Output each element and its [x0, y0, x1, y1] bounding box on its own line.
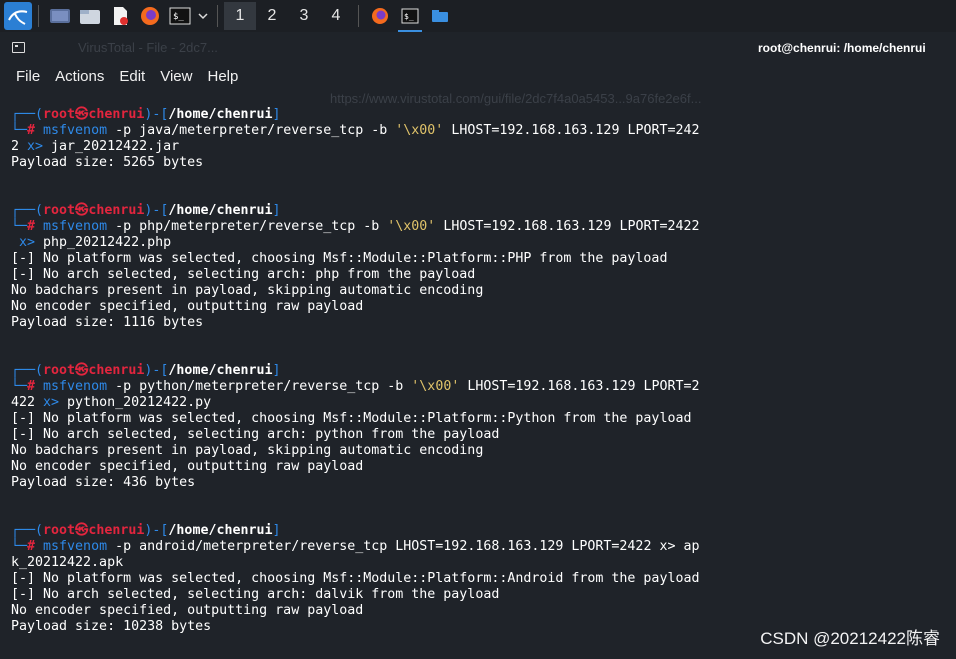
- prompt-user-host: root㉿chenrui: [43, 107, 145, 122]
- command-line: └─# msfvenom -p python/meterpreter/rever…: [11, 379, 700, 394]
- terminal-icon[interactable]: $_: [165, 2, 195, 30]
- folder-task-icon[interactable]: [425, 2, 455, 30]
- command-line: └─# msfvenom -p php/meterpreter/reverse_…: [11, 219, 700, 234]
- workspace-1[interactable]: 1: [224, 2, 256, 30]
- output-line: No encoder specified, outputting raw pay…: [11, 459, 364, 474]
- panel-separator: [217, 5, 218, 27]
- firefox-task-icon[interactable]: [365, 2, 395, 30]
- chevron-down-icon[interactable]: [195, 2, 211, 30]
- menu-edit[interactable]: Edit: [119, 68, 145, 85]
- prompt-user-host: root㉿chenrui: [43, 363, 145, 378]
- command-wrap-line: 422 x> python_20212422.py: [11, 395, 212, 410]
- command-line: └─# msfvenom -p java/meterpreter/reverse…: [11, 123, 700, 138]
- command-wrap-line: k_20212422.apk: [11, 555, 124, 570]
- prompt-cwd: /home/chenrui: [168, 203, 273, 218]
- output-line: [-] No arch selected, selecting arch: py…: [11, 427, 500, 442]
- output-line: [-] No platform was selected, choosing M…: [11, 571, 700, 586]
- menu-actions[interactable]: Actions: [55, 68, 104, 85]
- prompt-cwd: /home/chenrui: [168, 523, 273, 538]
- firefox-icon[interactable]: [135, 2, 165, 30]
- prompt-symbol: #: [27, 123, 44, 138]
- output-line: Payload size: 5265 bytes: [11, 155, 204, 170]
- prompt-user-host: root㉿chenrui: [43, 523, 145, 538]
- window-title: root@chenrui: /home/chenrui: [758, 41, 926, 55]
- workspace-3[interactable]: 3: [288, 2, 320, 30]
- menu-file[interactable]: File: [16, 68, 40, 85]
- output-line: Payload size: 1116 bytes: [11, 315, 204, 330]
- kali-menu-icon[interactable]: [4, 2, 32, 30]
- command-name: msfvenom: [43, 379, 108, 394]
- menu-bar: File Actions Edit View Help: [0, 62, 956, 90]
- show-desktop-icon[interactable]: [45, 2, 75, 30]
- output-line: No encoder specified, outputting raw pay…: [11, 603, 364, 618]
- terminal-window-icon: [12, 42, 25, 53]
- prompt-line: ┌──(root㉿chenrui)-[/home/chenrui]: [11, 203, 281, 218]
- command-line: └─# msfvenom -p android/meterpreter/reve…: [11, 539, 700, 554]
- workspace-4[interactable]: 4: [320, 2, 352, 30]
- menu-help[interactable]: Help: [207, 68, 238, 85]
- svg-text:$_: $_: [404, 12, 414, 21]
- command-name: msfvenom: [43, 539, 108, 554]
- background-tab-text: VirusTotal - File - 2dc7...: [78, 40, 218, 55]
- prompt-line: ┌──(root㉿chenrui)-[/home/chenrui]: [11, 363, 281, 378]
- file-manager-icon[interactable]: [75, 2, 105, 30]
- terminal-output[interactable]: ┌──(root㉿chenrui)-[/home/chenrui] └─# msf…: [11, 107, 700, 635]
- prompt-line: ┌──(root㉿chenrui)-[/home/chenrui]: [11, 523, 281, 538]
- prompt-symbol: #: [27, 219, 44, 234]
- output-line: [-] No arch selected, selecting arch: da…: [11, 587, 500, 602]
- prompt-symbol: #: [27, 379, 44, 394]
- output-line: [-] No arch selected, selecting arch: ph…: [11, 267, 476, 282]
- panel-separator: [38, 5, 39, 27]
- prompt-cwd: /home/chenrui: [168, 107, 273, 122]
- text-editor-icon[interactable]: [105, 2, 135, 30]
- quoted-arg: '\x00': [411, 379, 460, 394]
- command-wrap-line: x> php_20212422.php: [19, 235, 172, 250]
- command-wrap-line: 2 x> jar_20212422.jar: [11, 139, 180, 154]
- terminal-task-icon[interactable]: $_: [395, 2, 425, 32]
- background-url-text: https://www.virustotal.com/gui/file/2dc7…: [330, 91, 702, 106]
- output-line: [-] No platform was selected, choosing M…: [11, 411, 692, 426]
- quoted-arg: '\x00': [395, 123, 444, 138]
- prompt-cwd: /home/chenrui: [168, 363, 273, 378]
- prompt-line: ┌──(root㉿chenrui)-[/home/chenrui]: [11, 107, 281, 122]
- menu-view[interactable]: View: [160, 68, 192, 85]
- workspace-2[interactable]: 2: [256, 2, 288, 30]
- output-line: No badchars present in payload, skipping…: [11, 283, 484, 298]
- output-line: [-] No platform was selected, choosing M…: [11, 251, 668, 266]
- output-line: No encoder specified, outputting raw pay…: [11, 299, 364, 314]
- prompt-user-host: root㉿chenrui: [43, 203, 145, 218]
- output-line: Payload size: 10238 bytes: [11, 619, 212, 634]
- command-name: msfvenom: [43, 123, 108, 138]
- top-panel: $_ 1 2 3 4 $_: [0, 0, 956, 32]
- quoted-arg: '\x00': [387, 219, 436, 234]
- panel-separator: [358, 5, 359, 27]
- svg-text:$_: $_: [173, 12, 184, 22]
- command-name: msfvenom: [43, 219, 108, 234]
- output-line: No badchars present in payload, skipping…: [11, 443, 484, 458]
- output-line: Payload size: 436 bytes: [11, 475, 196, 490]
- window-titlebar[interactable]: VirusTotal - File - 2dc7... root@chenrui…: [0, 32, 956, 62]
- watermark: CSDN @20212422陈睿: [760, 629, 940, 648]
- prompt-symbol: #: [27, 539, 44, 554]
